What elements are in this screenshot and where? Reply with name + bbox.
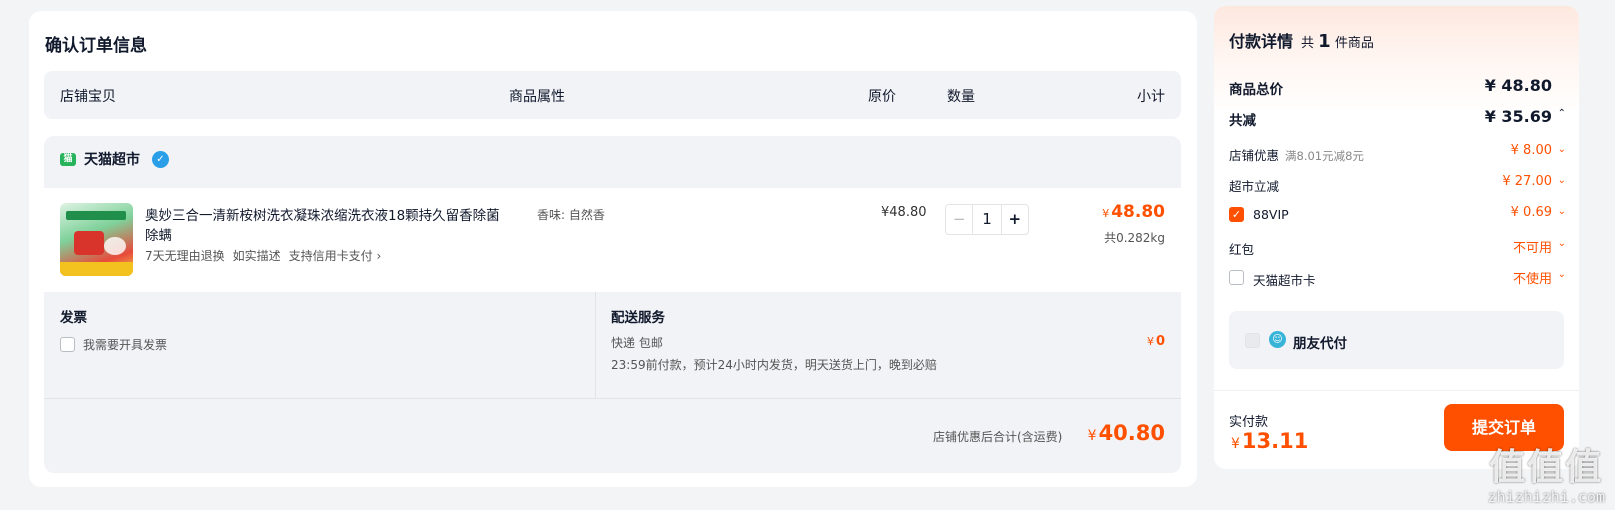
- payment-title: 付款详情: [1229, 32, 1294, 51]
- vip-checkbox[interactable]: ✓: [1229, 207, 1244, 222]
- vip-value: ¥ 0.69: [1510, 205, 1552, 220]
- service-tag: 7天无理由退换: [145, 249, 225, 263]
- product-thumbnail[interactable]: [60, 203, 133, 276]
- delivery-section: 配送服务 快递 包邮 23:59前付款，预计24小时内发货，明天送货上门，晚到必…: [611, 306, 937, 373]
- chevron-down-icon[interactable]: ⌄: [1558, 175, 1566, 186]
- actual-pay-label: 实付款: [1229, 415, 1269, 430]
- discount-row[interactable]: 共减 ¥ 35.69 ⌃: [1229, 107, 1566, 129]
- tmall-logo-icon: 猫: [60, 152, 76, 166]
- redpack-value: 不可用: [1512, 241, 1552, 256]
- redpack-label: 红包: [1229, 242, 1255, 257]
- delivery-detail: 23:59前付款，预计24小时内发货，明天送货上门，晚到必赔: [611, 358, 937, 372]
- product-attribute: 香味: 自然香: [537, 208, 605, 222]
- item-count: 共 1 件商品: [1301, 31, 1374, 52]
- service-tag-credit[interactable]: 支持信用卡支付 ›: [289, 247, 382, 264]
- shop-promo-label: 店铺优惠: [1229, 148, 1280, 163]
- shop-badge-icon: ✓: [152, 150, 169, 168]
- side-divider: [1214, 390, 1579, 391]
- chevron-down-icon[interactable]: ⌄: [1558, 238, 1566, 249]
- submit-order-button[interactable]: 提交订单: [1444, 404, 1564, 451]
- order-confirm-card: 确认订单信息 店铺宝贝 商品属性 原价 数量 小计 猫 天猫超市 ✓ 奥妙三合一…: [29, 11, 1197, 487]
- shop-promo-value: ¥ 8.00: [1510, 143, 1552, 158]
- shop-promo-row[interactable]: 店铺优惠 满8.01元减8元 ¥ 8.00 ⌄: [1229, 143, 1566, 163]
- original-price: ¥48.80: [881, 205, 927, 220]
- site-watermark: 值值值 zhizhizhi.com: [1487, 447, 1605, 507]
- shop-total-amount: ¥40.80: [1087, 421, 1165, 445]
- vip-row[interactable]: ✓ 88VIP ¥ 0.69 ⌄: [1229, 205, 1566, 225]
- product-title-link[interactable]: 奥妙三合一清新桉树洗衣凝珠浓缩洗衣液18颗持久留香除菌除螨: [145, 206, 505, 246]
- invoice-title: 发票: [60, 310, 87, 326]
- decrease-quantity-button[interactable]: −: [946, 205, 974, 234]
- goods-total-row: 商品总价 ¥ 48.80: [1229, 76, 1566, 98]
- shop-name[interactable]: 天猫超市: [84, 149, 140, 169]
- watermark-logo: 值值值: [1489, 447, 1604, 488]
- shop-total-label: 店铺优惠后合计(含运费): [933, 430, 1063, 444]
- market-card-value: 不使用: [1512, 272, 1552, 287]
- goods-total-value: ¥ 48.80: [1484, 76, 1552, 95]
- item-subtotal: ¥48.80: [1102, 202, 1165, 222]
- vip-label: 88VIP: [1253, 207, 1289, 222]
- column-price: 原价: [868, 89, 896, 105]
- invoice-option[interactable]: 我需要开具发票: [60, 336, 167, 353]
- watermark-domain: zhizhizhi.com: [1487, 488, 1605, 506]
- service-tag: 如实描述: [232, 249, 281, 263]
- discount-value: ¥ 35.69: [1484, 107, 1552, 126]
- total-divider: [44, 398, 1181, 399]
- column-attributes: 商品属性: [509, 89, 565, 105]
- payment-header: 付款详情 共 1 件商品: [1229, 28, 1374, 52]
- friend-pay-checkbox[interactable]: [1245, 333, 1260, 348]
- redpack-row[interactable]: 红包 不可用 ⌄: [1229, 237, 1566, 257]
- shop-promo-hint: 满8.01元减8元: [1285, 149, 1364, 163]
- invoice-checkbox[interactable]: [60, 337, 75, 352]
- column-shop-items: 店铺宝贝: [60, 89, 116, 105]
- market-discount-row[interactable]: 超市立减 ¥ 27.00 ⌄: [1229, 174, 1566, 194]
- delivery-fee: ¥0: [1146, 334, 1165, 349]
- actual-pay-amount: ¥13.11: [1231, 429, 1309, 453]
- friend-pay-label[interactable]: 朋友代付: [1293, 332, 1347, 352]
- quantity-stepper: − 1 +: [945, 204, 1029, 235]
- chevron-down-icon[interactable]: ⌄: [1558, 269, 1566, 280]
- order-table-header: 店铺宝贝 商品属性 原价 数量 小计: [44, 71, 1181, 119]
- shop-header[interactable]: 猫 天猫超市 ✓: [60, 149, 169, 169]
- market-card-label: 天猫超市卡: [1253, 273, 1316, 288]
- shop-order-panel: 猫 天猫超市 ✓ 奥妙三合一清新桉树洗衣凝珠浓缩洗衣液18颗持久留香除菌除螨 7…: [44, 136, 1181, 473]
- quantity-input[interactable]: 1: [973, 205, 1000, 234]
- chevron-down-icon[interactable]: ⌄: [1558, 206, 1566, 217]
- payment-details-card: 付款详情 共 1 件商品 商品总价 ¥ 48.80 共减 ¥ 35.69 ⌃ 店…: [1214, 6, 1579, 469]
- discount-label: 共减: [1229, 113, 1256, 129]
- friend-pay-option[interactable]: ☺ 朋友代付: [1229, 311, 1564, 369]
- invoice-section: 发票 我需要开具发票: [60, 306, 167, 353]
- order-item-row: 奥妙三合一清新桉树洗衣凝珠浓缩洗衣液18颗持久留香除菌除螨 7天无理由退换 如实…: [44, 188, 1181, 292]
- section-divider: [595, 292, 596, 398]
- delivery-method: 快递 包邮: [611, 336, 663, 350]
- column-quantity: 数量: [947, 89, 975, 105]
- invoice-checkbox-label[interactable]: 我需要开具发票: [83, 336, 167, 353]
- increase-quantity-button[interactable]: +: [1000, 205, 1028, 234]
- delivery-title: 配送服务: [611, 310, 665, 326]
- column-subtotal: 小计: [1137, 89, 1165, 105]
- friend-pay-icon: ☺: [1269, 331, 1286, 348]
- chevron-down-icon[interactable]: ⌄: [1558, 144, 1566, 155]
- goods-total-label: 商品总价: [1229, 82, 1283, 98]
- item-weight: 共0.282kg: [1104, 231, 1165, 245]
- market-card-checkbox[interactable]: [1229, 270, 1244, 285]
- market-card-row[interactable]: 天猫超市卡 不使用 ⌄: [1229, 268, 1566, 288]
- service-tags: 7天无理由退换 如实描述 支持信用卡支付 ›: [145, 247, 381, 264]
- chevron-up-icon[interactable]: ⌃: [1558, 108, 1566, 119]
- market-discount-value: ¥ 27.00: [1502, 174, 1552, 189]
- market-discount-label: 超市立减: [1229, 179, 1280, 194]
- page-title: 确认订单信息: [45, 36, 147, 56]
